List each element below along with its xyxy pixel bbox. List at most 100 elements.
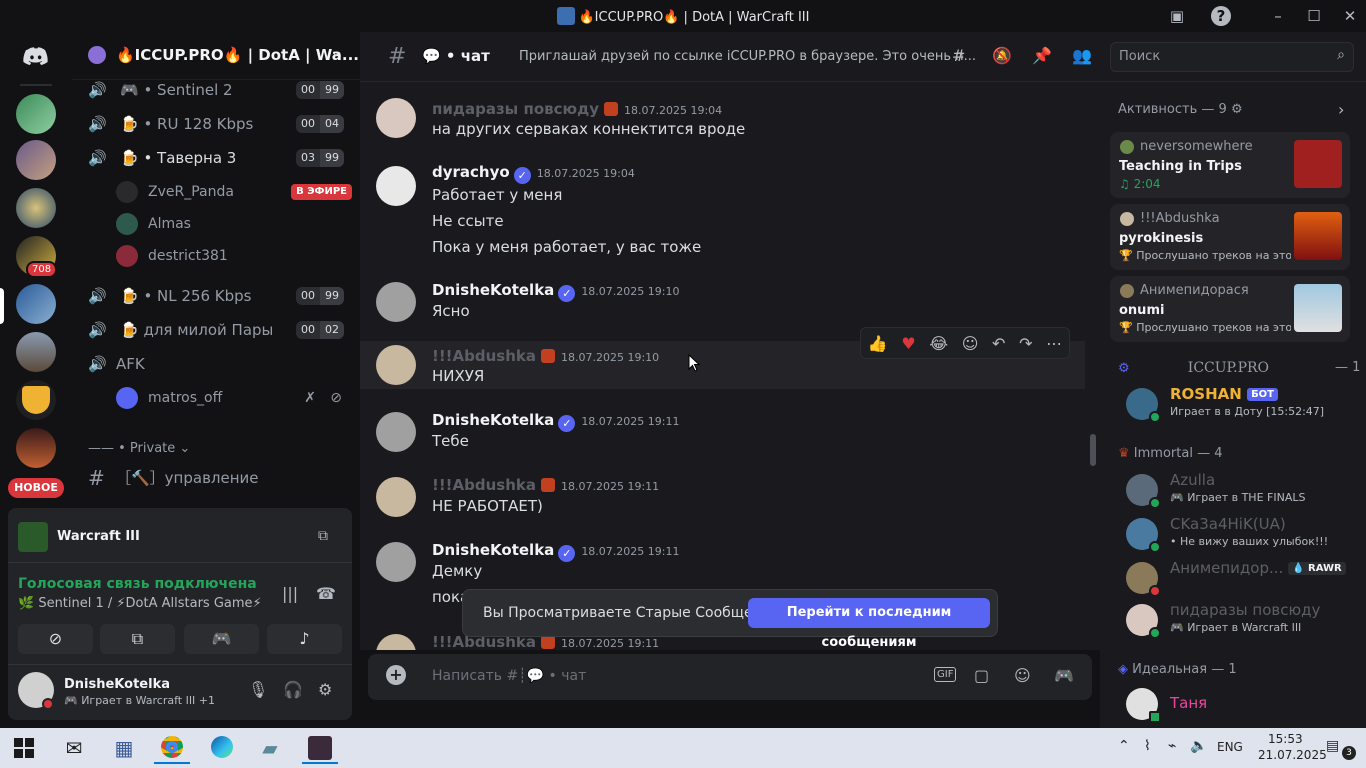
forward-icon[interactable]: ↷ [1019,334,1032,353]
volume-icon[interactable]: 🔈 [1190,738,1207,754]
voice-channel-name[interactable]: 🌿 Sentinel 1 / ⚡DotA Allstars Game⚡ [18,596,268,611]
maximize-button[interactable]: ☐ [1304,6,1324,26]
scrollbar-thumb[interactable] [1090,434,1096,466]
avatar[interactable] [376,634,416,650]
network-icon[interactable]: ⌇ [1144,738,1151,754]
author-name[interactable]: DnisheKotelka [432,541,554,559]
voice-channel[interactable]: 🔊 🍺 • Таверна 3 03 99 [80,143,352,173]
activity-card[interactable]: neversomewhere Teaching in Trips ♫ 2:04 [1110,132,1350,198]
message-input[interactable]: Написать #┊💬 • чат [432,668,586,684]
members-icon[interactable]: 👥 [1072,46,1092,65]
author-name[interactable]: !!!Abdushka [432,476,536,494]
upload-plus-icon[interactable]: + [386,665,406,685]
server-icon[interactable] [16,332,56,372]
voice-channel[interactable]: 🔊 🍺 • RU 128 Kbps 00 04 [80,109,352,139]
avatar[interactable] [376,282,416,322]
member-item[interactable]: Анимепидор... 💧 RAWR [1122,556,1362,600]
chevron-right-icon[interactable]: › [1338,100,1344,119]
server-icon[interactable] [16,284,56,324]
thumbs-up-reaction-icon[interactable]: 👍 [868,334,888,353]
mail-icon[interactable]: ✉ [56,732,92,764]
voice-user[interactable]: Almas [116,209,352,239]
noise-icon[interactable]: ||| [282,584,298,603]
pin-icon[interactable]: 📌 [1032,46,1052,65]
category-header[interactable]: —— • Private ⌄ [88,441,190,456]
close-button[interactable]: ✕ [1340,6,1360,26]
server-icon[interactable] [16,380,56,420]
voice-channel[interactable]: 🔊 🍺 • NL 256 Kbps 00 99 [80,281,352,311]
author-name[interactable]: DnisheKotelka [432,281,554,299]
avatar[interactable] [376,542,416,582]
laugh-reaction-icon[interactable]: 😂 [929,334,948,353]
activity-card[interactable]: !!!Abdushka pyrokinesis 🏆 Прослушано тре… [1110,204,1350,270]
member-item[interactable]: Azulla 🎮 Играет в THE FINALS [1122,468,1362,512]
threads-icon[interactable]: # [952,46,965,65]
avatar[interactable] [376,345,416,385]
emoji-icon[interactable]: ☺ [1014,666,1031,685]
language-indicator[interactable]: ENG [1217,740,1243,754]
battery-icon[interactable]: ⌁ [1168,738,1176,754]
discord-home-icon[interactable] [16,36,56,76]
activity-card[interactable]: Анимепидорася onumi 🏆 Прослушано треков … [1110,276,1350,342]
voice-channel[interactable]: 🔊 🎮 • Sentinel 2 00 99 [80,75,352,105]
settings-gear-icon[interactable]: ⚙ [318,680,332,699]
member-item[interactable]: ROSHAN БОТ Играет в в Доту [15:52:47] [1122,382,1362,426]
help-icon[interactable]: ? [1211,6,1231,26]
guild-header[interactable]: 🔥ICCUP.PRO🔥 | DotA | Wa... ⌄ [72,32,360,80]
server-icon[interactable] [16,188,56,228]
clock-time[interactable]: 15:53 [1268,732,1303,746]
notification-icon[interactable]: ▤ [1326,738,1339,754]
chrome-icon[interactable] [154,732,190,764]
voice-channel[interactable]: 🔊 AFK [80,349,352,379]
jump-to-present-button[interactable]: Перейти к последним сообщениям [748,598,990,650]
notifications-muted-icon[interactable]: 🔕 [992,46,1012,65]
calculator-icon[interactable]: ▦ [106,732,142,764]
add-reaction-icon[interactable]: ☺ [962,334,979,353]
author-name[interactable]: dyrachyo [432,163,510,181]
username[interactable]: DnisheKotelka [64,677,170,692]
avatar[interactable] [376,98,416,138]
channel-topic[interactable]: Приглашай друзей по ссылке iCCUP.PRO в б… [519,49,976,64]
chevron-up-icon[interactable]: ⌃ [1118,738,1130,754]
screen-share-icon[interactable]: ⧉ [318,528,328,544]
edge-icon[interactable] [204,732,240,764]
warcraft-icon[interactable] [302,732,338,764]
headphones-icon[interactable]: 🎧 [283,680,303,699]
new-badge[interactable]: НОВОЕ [8,478,64,498]
voice-status[interactable]: Голосовая связь подключена [18,576,257,592]
search-input[interactable]: Поиск ⌕ [1110,42,1354,72]
voice-user[interactable]: matros_off ✗ ⊘ [116,383,352,413]
reply-icon[interactable]: ↶ [992,334,1005,353]
server-icon[interactable] [16,428,56,468]
member-item[interactable]: Таня [1122,682,1362,726]
inbox-icon[interactable]: ▣ [1167,6,1187,26]
screen-share-button[interactable]: ⧉ [100,624,175,654]
disconnect-icon[interactable]: ☎ [316,584,336,603]
author-name[interactable]: !!!Abdushka [432,347,536,365]
member-item[interactable]: CKa3a4HiK(UA) • Не вижу ваших улыбок!!! [1122,512,1362,556]
mic-icon[interactable]: 🎙 [248,680,268,699]
author-name[interactable]: DnisheKotelka [432,411,554,429]
soundboard-button[interactable]: ♪ [267,624,342,654]
member-item[interactable]: пидаразы повсюду 🎮 Играет в Warcraft III [1122,598,1362,642]
gif-icon[interactable]: GIF [934,667,957,682]
activities-button[interactable]: 🎮 [184,624,259,654]
voice-user[interactable]: destrict381 [116,241,352,271]
voice-user[interactable]: ZveR_Panda В ЭФИРЕ [116,177,352,207]
author-name[interactable]: пидаразы повсюду [432,100,599,118]
server-icon[interactable] [16,94,56,134]
server-icon[interactable] [16,140,56,180]
heart-reaction-icon[interactable]: ♥ [901,334,915,353]
avatar[interactable] [376,412,416,452]
notes-icon[interactable]: ▰ [252,732,288,764]
sticker-icon[interactable]: ▢ [974,666,989,685]
voice-channel[interactable]: 🔊 🍺 для милой Пары 00 02 [80,315,352,345]
minimize-button[interactable]: – [1268,6,1288,26]
windows-start-icon[interactable] [6,732,42,764]
avatar[interactable] [376,166,416,206]
clock-date[interactable]: 21.07.2025 [1258,748,1327,762]
text-channel[interactable]: # ［🔨］управление [80,463,352,493]
apps-icon[interactable]: 🎮 [1054,666,1074,685]
settings-gear-icon[interactable]: ⚙ [1231,102,1243,117]
avatar[interactable] [376,477,416,517]
